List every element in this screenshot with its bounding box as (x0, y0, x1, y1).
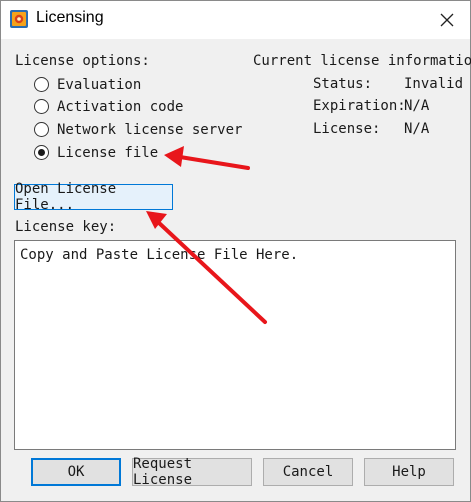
option-activation-code-label[interactable]: Activation code (57, 98, 183, 116)
license-key-textarea[interactable]: Copy and Paste License File Here. (14, 240, 456, 450)
expiration-value: N/A (404, 98, 430, 114)
license-label: License: (313, 121, 381, 137)
license-key-text: Copy and Paste License File Here. (20, 247, 299, 263)
expiration-label: Expiration: (313, 98, 406, 114)
current-license-heading: Current license information (253, 53, 471, 69)
status-label: Status: (313, 76, 373, 92)
title-bar: Licensing (1, 1, 470, 39)
close-button[interactable] (430, 5, 464, 35)
radio-network-license-server[interactable] (34, 122, 49, 137)
app-icon (10, 10, 28, 28)
radio-evaluation[interactable] (34, 77, 49, 92)
option-license-file-label[interactable]: License file (57, 144, 158, 162)
close-icon (440, 13, 454, 27)
help-button[interactable]: Help (364, 458, 454, 486)
license-options-label: License options: (15, 53, 150, 69)
radio-license-file[interactable] (34, 145, 49, 160)
license-key-label: License key: (15, 219, 117, 235)
option-evaluation-label[interactable]: Evaluation (57, 76, 141, 94)
request-license-button[interactable]: Request License (132, 456, 252, 488)
option-network-license-server-label[interactable]: Network license server (57, 121, 242, 139)
open-license-file-button[interactable]: Open License File... (14, 181, 173, 213)
window-title: Licensing (36, 9, 104, 26)
status-value: Invalid (404, 76, 464, 92)
cancel-button[interactable]: Cancel (263, 458, 353, 486)
license-value: N/A (404, 121, 430, 137)
radio-activation-code[interactable] (34, 99, 49, 114)
ok-button[interactable]: OK (31, 458, 121, 486)
